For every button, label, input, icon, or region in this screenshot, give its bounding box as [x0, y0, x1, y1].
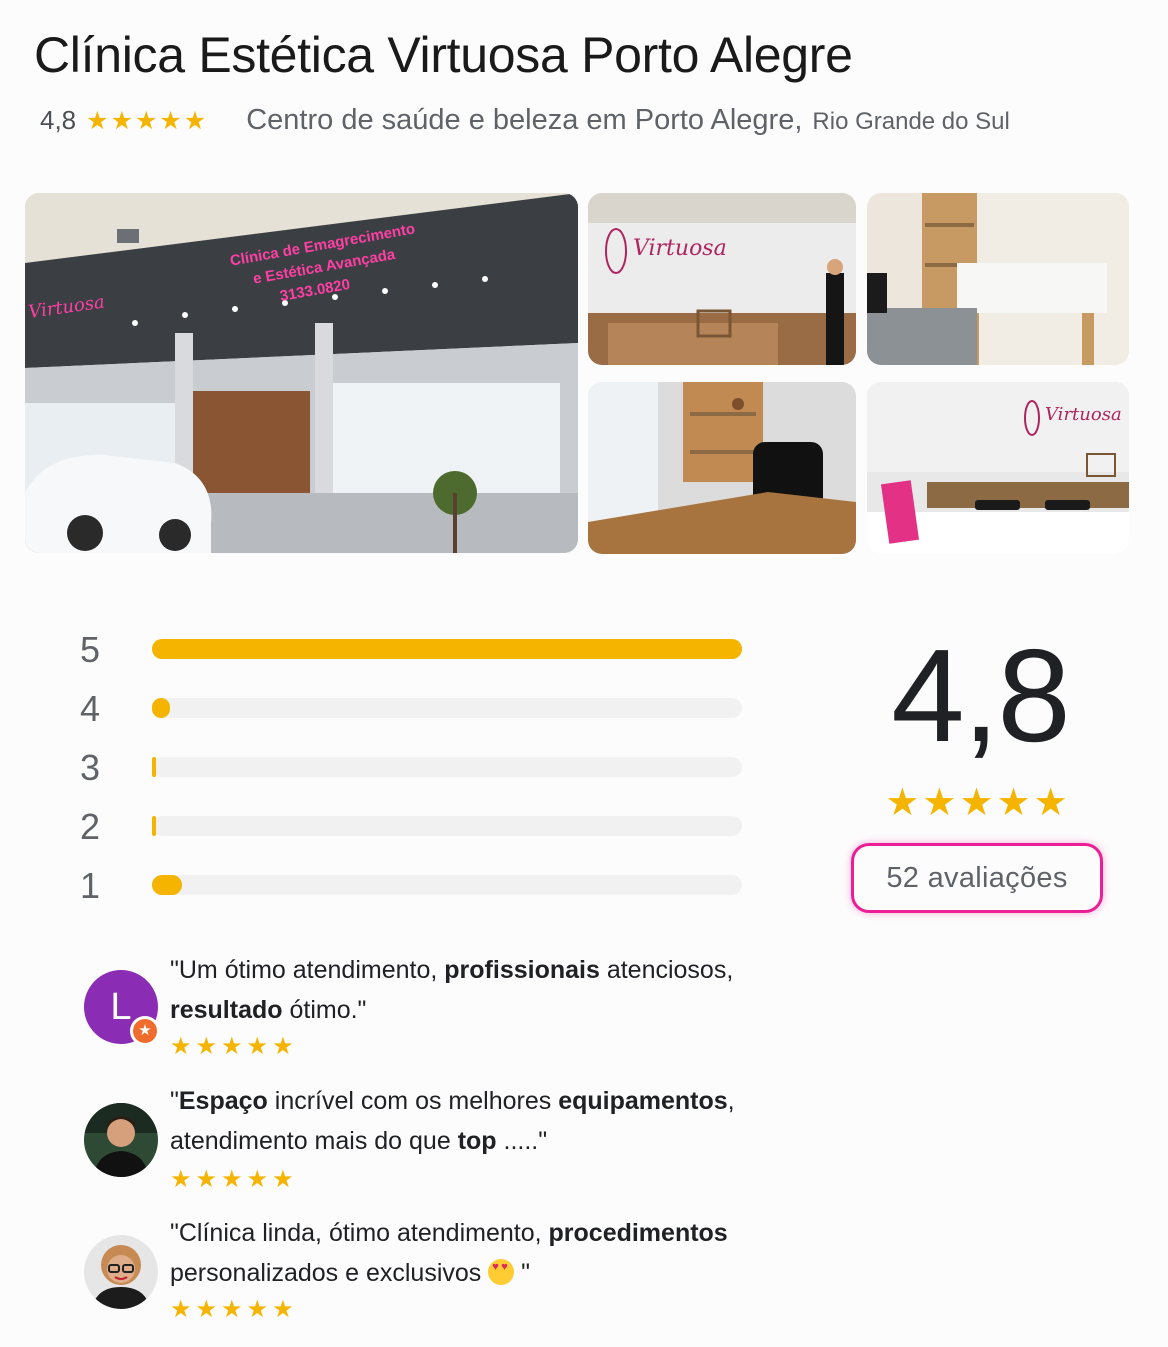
place-region: Rio Grande do Sul [812, 108, 1010, 135]
histogram-fill [152, 757, 156, 777]
photo-reception[interactable]: Virtuosa [588, 193, 856, 365]
histogram-track[interactable] [152, 875, 742, 895]
photo-treatment-room[interactable] [867, 193, 1129, 365]
histogram-track[interactable] [152, 639, 742, 659]
histogram-row: 3 [80, 746, 745, 805]
histogram-fill [152, 698, 170, 718]
review-text: "Um ótimo atendimento, profissionais ate… [170, 956, 734, 1024]
header-rating: 4,8 [40, 105, 77, 135]
histogram-track[interactable] [152, 757, 742, 777]
review-count-link[interactable]: 52 avaliações [851, 843, 1103, 913]
place-category: Centro de saúde e beleza em Porto Alegre… [246, 104, 803, 136]
histogram-row: 1 [80, 864, 745, 923]
histogram-label: 1 [80, 865, 101, 906]
place-subline: 4,8 ★★★★★ Centro de saúde e beleza em Po… [40, 104, 1010, 137]
histogram-row: 5 [80, 628, 745, 687]
histogram-label: 5 [80, 629, 101, 670]
header-stars-icon: ★★★★★ [86, 107, 209, 135]
histogram-fill [152, 875, 182, 895]
histogram-row: 4 [80, 687, 745, 746]
review-stars-icon: ★★★★★ [170, 1033, 298, 1060]
review-text: "Clínica linda, ótimo atendimento, proce… [170, 1213, 790, 1293]
histogram-label: 2 [80, 806, 101, 847]
photo-storefront[interactable]: Clínica de Emagrecimento e Estética Avan… [25, 193, 578, 553]
overall-score: 4,8 [891, 622, 1071, 769]
histogram-track[interactable] [152, 816, 742, 836]
review-stars-icon: ★★★★★ [170, 1166, 298, 1193]
review-text: "Espaço incrível com os melhores equipam… [170, 1087, 735, 1155]
reception-logo: Virtuosa [633, 236, 727, 261]
histogram-label: 3 [80, 747, 101, 788]
avatar[interactable] [84, 1103, 158, 1177]
photo-front-desk[interactable]: Virtuosa [867, 382, 1129, 554]
histogram-fill [152, 816, 156, 836]
heart-eyes-emoji [488, 1259, 515, 1285]
front-desk-logo: Virtuosa [1045, 404, 1122, 425]
histogram-fill [152, 639, 742, 659]
place-title: Clínica Estética Virtuosa Porto Alegre [34, 27, 853, 83]
review-stars-icon: ★★★★★ [170, 1296, 298, 1323]
histogram-row: 2 [80, 805, 745, 864]
photo-office[interactable] [588, 382, 856, 554]
histogram-label: 4 [80, 688, 101, 729]
histogram-track[interactable] [152, 698, 742, 718]
avatar[interactable] [84, 1235, 158, 1309]
local-guide-badge-icon: ★ [130, 1016, 160, 1046]
overall-stars-icon: ★★★★★ [885, 782, 1071, 824]
rating-histogram: 5 4 3 2 1 [80, 628, 745, 923]
